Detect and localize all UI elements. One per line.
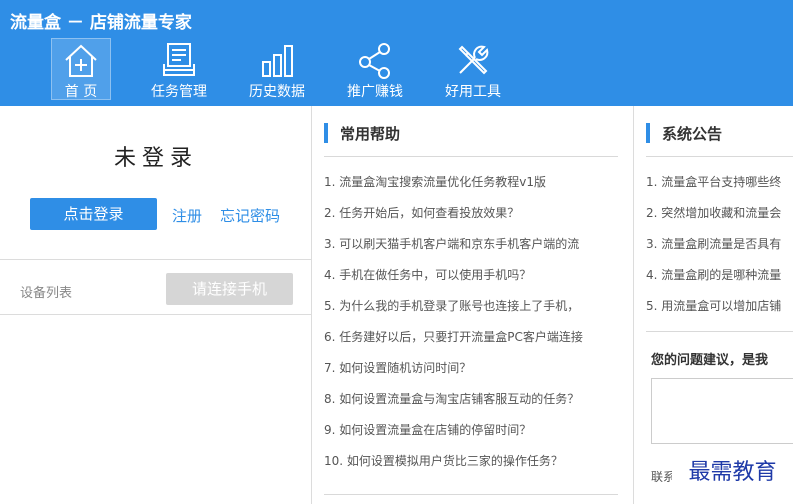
help-item[interactable]: 8. 如何设置流量盒与淘宝店铺客服互动的任务？ xyxy=(324,390,630,421)
app-header: 流量盒 － 店铺流量专家 首 页 任务管理 历史数据 推广赚钱 好用工具 xyxy=(0,0,793,106)
notice-item[interactable]: 5. 用流量盒可以增加店铺 xyxy=(646,297,793,328)
nav-label-history: 历史数据 xyxy=(249,84,305,100)
notice-title: 系统公告 xyxy=(662,124,723,143)
device-list-label: 设备列表 xyxy=(20,286,73,301)
help-item[interactable]: 5. 为什么我的手机登录了账号也连接上了手机， xyxy=(324,297,630,328)
nav-home[interactable]: 首 页 xyxy=(32,36,130,102)
login-status: 未登录 xyxy=(113,146,198,171)
notice-list: 1. 流量盒平台支持哪些终 2. 突然增加收藏和流量会 3. 流量盒刷流量是否具… xyxy=(646,173,793,328)
help-item[interactable]: 3. 可以刷天猫手机客户端和京东手机客户端的流 xyxy=(324,235,630,266)
notice-item[interactable]: 2. 突然增加收藏和流量会 xyxy=(646,204,793,235)
nav-history-data[interactable]: 历史数据 xyxy=(228,36,326,102)
section-accent-bar xyxy=(324,123,328,143)
home-icon xyxy=(65,44,97,77)
notice-item[interactable]: 3. 流量盒刷流量是否具有 xyxy=(646,235,793,266)
divider xyxy=(0,259,312,260)
help-title: 常用帮助 xyxy=(340,124,401,143)
app-title: 流量盒 － 店铺流量专家 xyxy=(10,13,192,33)
notice-header: 系统公告 xyxy=(646,123,722,143)
nav-label-tools: 好用工具 xyxy=(445,84,501,100)
divider xyxy=(646,156,793,157)
help-panel: 常用帮助 1. 流量盒淘宝搜索流量优化任务教程v1版 2. 任务开始后，如何查看… xyxy=(312,106,634,504)
divider xyxy=(646,331,793,332)
divider xyxy=(0,314,312,315)
nav-label-promote: 推广赚钱 xyxy=(347,84,403,100)
notice-item[interactable]: 4. 流量盒刷的是哪种流量 xyxy=(646,266,793,297)
nav-label-tasks: 任务管理 xyxy=(151,84,207,100)
help-item[interactable]: 2. 任务开始后，如何查看投放效果？ xyxy=(324,204,630,235)
help-header: 常用帮助 xyxy=(324,123,400,143)
help-item[interactable]: 4. 手机在做任务中，可以使用手机吗？ xyxy=(324,266,630,297)
connect-phone-button[interactable]: 请连接手机 xyxy=(166,273,293,305)
nav-promote-earn[interactable]: 推广赚钱 xyxy=(326,36,424,102)
feedback-input[interactable] xyxy=(651,378,793,444)
login-button[interactable]: 点击登录 xyxy=(30,198,157,230)
tools-icon xyxy=(458,45,489,75)
help-item[interactable]: 9. 如何设置流量盒在店铺的停留时间？ xyxy=(324,421,630,452)
help-item[interactable]: 1. 流量盒淘宝搜索流量优化任务教程v1版 xyxy=(324,173,630,204)
section-accent-bar xyxy=(646,123,650,143)
nav-label-home: 首 页 xyxy=(64,84,98,100)
main-nav: 首 页 任务管理 历史数据 推广赚钱 好用工具 xyxy=(32,36,522,104)
help-item[interactable]: 10. 如何设置模拟用户货比三家的操作任务？ xyxy=(324,452,630,483)
notice-item[interactable]: 1. 流量盒平台支持哪些终 xyxy=(646,173,793,204)
divider xyxy=(324,156,618,157)
feedback-title: 您的问题建议，是我 xyxy=(651,353,769,368)
share-icon xyxy=(359,43,390,79)
nav-tools[interactable]: 好用工具 xyxy=(424,36,522,102)
help-item[interactable]: 7. 如何设置随机访问时间？ xyxy=(324,359,630,390)
nav-task-management[interactable]: 任务管理 xyxy=(130,36,228,102)
help-list: 1. 流量盒淘宝搜索流量优化任务教程v1版 2. 任务开始后，如何查看投放效果？… xyxy=(324,173,630,483)
help-item[interactable]: 6. 任务建好以后，只要打开流量盒PC客户端连接 xyxy=(324,328,630,359)
task-list-icon xyxy=(163,43,195,76)
watermark-text: 最需教育 xyxy=(672,455,793,495)
notice-panel: 系统公告 1. 流量盒平台支持哪些终 2. 突然增加收藏和流量会 3. 流量盒刷… xyxy=(634,106,793,504)
forgot-password-link[interactable]: 忘记密码 xyxy=(220,205,280,226)
account-panel: 未登录 点击登录 注册 忘记密码 设备列表 请连接手机 xyxy=(0,106,312,504)
divider xyxy=(324,494,618,495)
register-link[interactable]: 注册 xyxy=(172,205,202,226)
bar-chart-icon xyxy=(262,45,293,77)
